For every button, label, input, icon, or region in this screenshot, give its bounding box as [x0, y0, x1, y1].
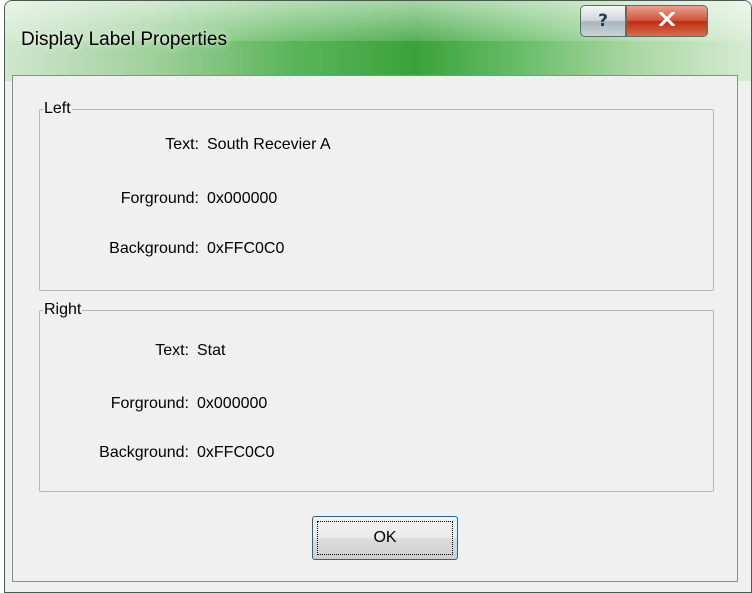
left-text-label: Text: [165, 136, 199, 153]
left-background-value: 0xFFC0C0 [207, 240, 285, 257]
right-background-value: 0xFFC0C0 [197, 444, 275, 461]
left-background-label: Background: [109, 240, 199, 257]
right-foreground-value: 0x000000 [197, 395, 268, 412]
help-icon: ? [598, 11, 608, 31]
right-background-label: Background: [99, 444, 189, 461]
close-icon [658, 10, 676, 31]
right-text-label: Text: [155, 342, 189, 359]
window-title: Display Label Properties [21, 29, 227, 50]
dialog-client-area: Left Text: South Recevier A Forground: 0… [12, 75, 738, 582]
title-bar[interactable]: Display Label Properties ? [5, 1, 751, 81]
right-group-legend: Right [44, 301, 82, 318]
close-button[interactable] [626, 5, 708, 37]
left-group-legend: Left [44, 100, 71, 117]
left-text-value: South Recevier A [207, 136, 331, 153]
right-foreground-label: Forground: [110, 395, 189, 412]
left-foreground-value: 0x000000 [207, 190, 278, 207]
dialog-window: Display Label Properties ? Left Text: So… [4, 0, 752, 593]
ok-button[interactable]: OK [312, 516, 458, 560]
right-text-value: Stat [197, 342, 226, 359]
ok-focus-rect [317, 521, 453, 555]
left-foreground-label: Forground: [120, 190, 199, 207]
help-button[interactable]: ? [580, 5, 626, 37]
